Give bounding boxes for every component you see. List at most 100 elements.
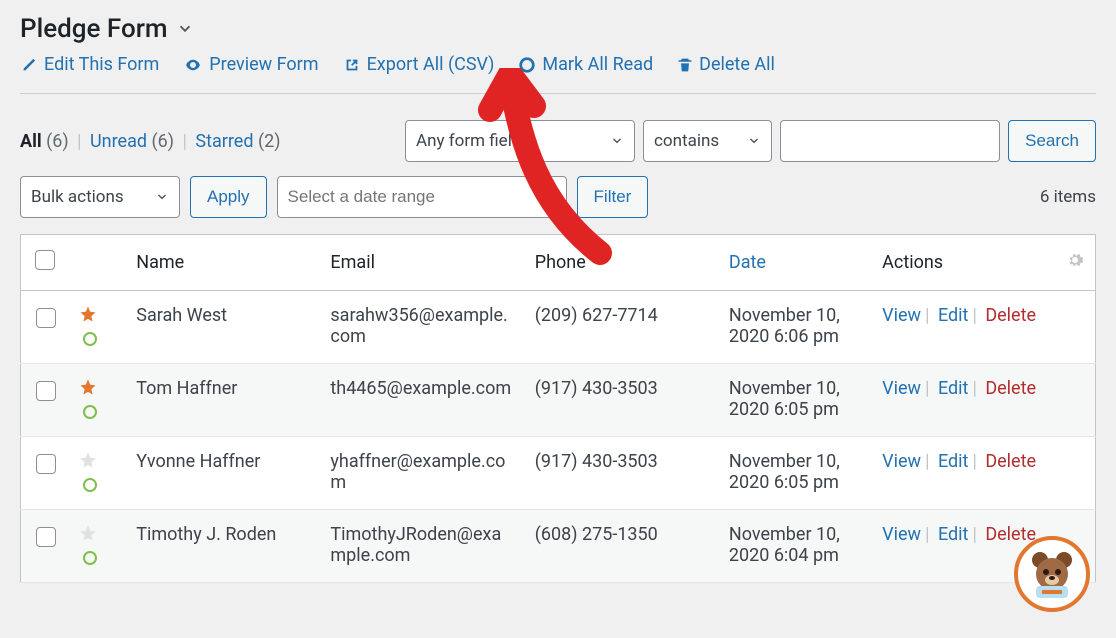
status-all-label: All bbox=[20, 131, 42, 152]
field-select-label: Any form field bbox=[416, 131, 521, 151]
entries-table: Name Email Phone Date Actions Sarah West… bbox=[20, 234, 1096, 583]
cell-date: November 10, 2020 6:04 pm bbox=[719, 510, 872, 583]
items-count: 6 items bbox=[1040, 187, 1096, 207]
star-icon[interactable] bbox=[79, 307, 97, 328]
cell-actions: View| Edit| Delete bbox=[872, 437, 1095, 510]
eye-icon bbox=[183, 56, 203, 74]
star-icon[interactable] bbox=[79, 453, 97, 474]
table-row: Yvonne Haffner yhaffner@example.com (917… bbox=[21, 437, 1096, 510]
form-toolbar: Edit This Form Preview Form Export All (… bbox=[20, 54, 1096, 94]
chevron-down-icon bbox=[155, 190, 169, 204]
cell-phone: (917) 430-3503 bbox=[525, 364, 719, 437]
status-all-count: (6) bbox=[46, 131, 69, 152]
mark-all-read-label: Mark All Read bbox=[542, 54, 653, 75]
chevron-down-icon bbox=[610, 134, 624, 148]
chevron-down-icon bbox=[747, 134, 761, 148]
edit-link[interactable]: Edit bbox=[938, 378, 968, 399]
apply-button[interactable]: Apply bbox=[190, 176, 267, 218]
col-settings bbox=[1056, 235, 1095, 291]
status-links: All (6) | Unread (6) | Starred (2) bbox=[20, 131, 281, 152]
condition-select-label: contains bbox=[654, 131, 719, 151]
row-checkbox[interactable] bbox=[36, 308, 56, 328]
field-select[interactable]: Any form field bbox=[405, 120, 635, 162]
delete-link[interactable]: Delete bbox=[985, 451, 1036, 472]
status-unread-link[interactable]: Unread bbox=[90, 131, 147, 152]
date-range-input[interactable] bbox=[277, 176, 567, 218]
view-link[interactable]: View bbox=[882, 305, 921, 326]
view-link[interactable]: View bbox=[882, 524, 921, 545]
select-all-checkbox[interactable] bbox=[35, 250, 55, 270]
select-all-header bbox=[21, 235, 70, 291]
export-icon bbox=[343, 56, 361, 74]
delete-link[interactable]: Delete bbox=[985, 524, 1036, 545]
edit-link[interactable]: Edit bbox=[938, 524, 968, 545]
read-indicator-icon[interactable] bbox=[83, 551, 97, 565]
cell-date: November 10, 2020 6:05 pm bbox=[719, 364, 872, 437]
cell-email: th4465@example.com bbox=[320, 364, 524, 437]
delete-link[interactable]: Delete bbox=[985, 378, 1036, 399]
cell-phone: (608) 275-1350 bbox=[525, 510, 719, 583]
bulk-actions-select[interactable]: Bulk actions bbox=[20, 176, 180, 218]
edit-link[interactable]: Edit bbox=[938, 305, 968, 326]
page-title: Pledge Form bbox=[20, 14, 1096, 44]
cell-date: November 10, 2020 6:06 pm bbox=[719, 291, 872, 364]
search-value-input[interactable] bbox=[780, 120, 1000, 162]
bulk-row: Bulk actions Apply Filter 6 items bbox=[20, 172, 1096, 234]
cell-email: sarahw356@example.com bbox=[320, 291, 524, 364]
col-name[interactable]: Name bbox=[126, 235, 320, 291]
pencil-icon bbox=[20, 56, 38, 74]
cell-email: TimothyJRoden@example.com bbox=[320, 510, 524, 583]
cell-phone: (209) 627-7714 bbox=[525, 291, 719, 364]
table-row: Sarah West sarahw356@example.com (209) 6… bbox=[21, 291, 1096, 364]
view-link[interactable]: View bbox=[882, 451, 921, 472]
cell-name: Sarah West bbox=[126, 291, 320, 364]
read-indicator-icon[interactable] bbox=[83, 405, 97, 419]
view-link[interactable]: View bbox=[882, 378, 921, 399]
edit-form-link[interactable]: Edit This Form bbox=[20, 54, 159, 75]
cell-phone: (917) 430-3503 bbox=[525, 437, 719, 510]
help-mascot[interactable] bbox=[1014, 536, 1090, 612]
table-row: Timothy J. Roden TimothyJRoden@example.c… bbox=[21, 510, 1096, 583]
cell-name: Timothy J. Roden bbox=[126, 510, 320, 583]
cell-date: November 10, 2020 6:05 pm bbox=[719, 437, 872, 510]
read-indicator-icon[interactable] bbox=[83, 332, 97, 346]
row-checkbox[interactable] bbox=[36, 381, 56, 401]
cell-actions: View| Edit| Delete bbox=[872, 291, 1095, 364]
delete-all-link[interactable]: Delete All bbox=[677, 54, 775, 75]
row-checkbox[interactable] bbox=[36, 454, 56, 474]
col-actions: Actions bbox=[872, 235, 1056, 291]
bulk-actions-label: Bulk actions bbox=[31, 187, 124, 207]
edit-form-label: Edit This Form bbox=[44, 54, 159, 75]
cell-name: Yvonne Haffner bbox=[126, 437, 320, 510]
delete-link[interactable]: Delete bbox=[985, 305, 1036, 326]
row-checkbox[interactable] bbox=[36, 527, 56, 547]
cell-actions: View| Edit| Delete bbox=[872, 364, 1095, 437]
circle-icon bbox=[518, 56, 536, 74]
status-starred-count: (2) bbox=[258, 131, 281, 152]
col-date[interactable]: Date bbox=[719, 235, 872, 291]
gear-icon[interactable] bbox=[1066, 253, 1084, 274]
preview-form-link[interactable]: Preview Form bbox=[183, 54, 318, 75]
col-email[interactable]: Email bbox=[320, 235, 524, 291]
edit-link[interactable]: Edit bbox=[938, 451, 968, 472]
preview-form-label: Preview Form bbox=[209, 54, 318, 75]
trash-icon bbox=[677, 56, 693, 74]
export-all-label: Export All (CSV) bbox=[367, 54, 495, 75]
star-icon[interactable] bbox=[79, 380, 97, 401]
status-unread-count: (6) bbox=[152, 131, 175, 152]
condition-select[interactable]: contains bbox=[643, 120, 772, 162]
page-title-text: Pledge Form bbox=[20, 14, 168, 44]
chevron-down-icon[interactable] bbox=[176, 20, 194, 38]
cell-name: Tom Haffner bbox=[126, 364, 320, 437]
indicator-header bbox=[69, 235, 126, 291]
search-button[interactable]: Search bbox=[1008, 120, 1096, 162]
status-starred-link[interactable]: Starred bbox=[195, 131, 253, 152]
export-all-link[interactable]: Export All (CSV) bbox=[343, 54, 495, 75]
col-phone[interactable]: Phone bbox=[525, 235, 719, 291]
read-indicator-icon[interactable] bbox=[83, 478, 97, 492]
filter-row: All (6) | Unread (6) | Starred (2) Any f… bbox=[20, 94, 1096, 172]
search-controls: Any form field contains Search bbox=[405, 120, 1096, 162]
mark-all-read-link[interactable]: Mark All Read bbox=[518, 54, 653, 75]
filter-button[interactable]: Filter bbox=[577, 176, 649, 218]
star-icon[interactable] bbox=[79, 526, 97, 547]
